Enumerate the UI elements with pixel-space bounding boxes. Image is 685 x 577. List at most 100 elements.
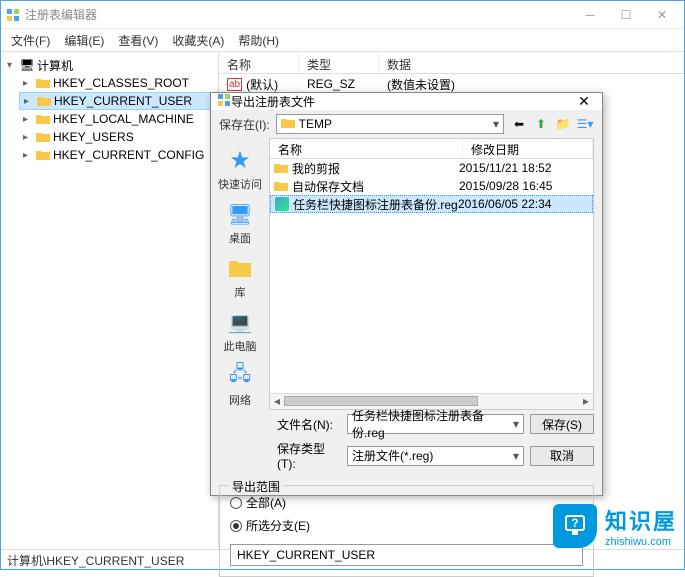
filename-label: 文件名(N): — [277, 416, 341, 433]
tree-pane[interactable]: ▾ 🖥 计算机 ▸HKEY_CLASSES_ROOT ▸HKEY_CURRENT… — [1, 52, 219, 547]
dialog-close-button[interactable]: ✕ — [572, 93, 596, 110]
menu-edit[interactable]: 编辑(E) — [58, 30, 110, 51]
save-in-combo[interactable]: TEMP ▾ — [276, 114, 504, 134]
tree-item[interactable]: ▸HKEY_USERS — [19, 128, 216, 146]
list-header: 名称 类型 数据 — [219, 52, 684, 74]
tree-label: HKEY_CLASSES_ROOT — [53, 76, 189, 90]
filetype-label: 保存类型(T): — [277, 440, 341, 471]
scroll-right-icon[interactable]: ▸ — [579, 394, 593, 408]
maximize-button[interactable]: ☐ — [608, 3, 644, 27]
view-menu-icon[interactable]: ☰▾ — [576, 115, 594, 133]
export-legend: 导出范围 — [228, 478, 284, 495]
folder-icon — [35, 148, 51, 162]
cancel-button[interactable]: 取消 — [530, 446, 594, 466]
col-moddate[interactable]: 修改日期 — [463, 139, 593, 158]
radio-all[interactable]: 全部(A) — [230, 494, 583, 511]
new-folder-icon[interactable]: 📁 — [554, 115, 572, 133]
watermark-url: zhishiwu.com — [605, 536, 677, 548]
folder-icon — [281, 117, 295, 132]
chevron-down-icon: ▾ — [513, 449, 519, 463]
network-icon: 🖧 — [224, 362, 256, 390]
place-network[interactable]: 🖧网络 — [222, 360, 258, 410]
save-in-label: 保存在(I): — [219, 116, 270, 133]
radio-icon — [230, 497, 242, 509]
save-button[interactable]: 保存(S) — [530, 414, 594, 434]
chevron-down-icon: ▾ — [493, 117, 499, 131]
place-desktop[interactable]: 🖥桌面 — [222, 198, 258, 248]
menu-favorites[interactable]: 收藏夹(A) — [166, 30, 230, 51]
file-date: 2016/06/05 22:34 — [458, 197, 588, 211]
radio-branch[interactable]: 所选分支(E) — [230, 517, 583, 534]
radio-icon — [230, 520, 242, 532]
svg-text:?: ? — [571, 516, 578, 530]
col-filename[interactable]: 名称 — [270, 139, 463, 158]
scrollbar-thumb[interactable] — [284, 396, 478, 406]
file-row[interactable]: 自动保存文档 2015/09/28 16:45 — [270, 177, 593, 195]
folder-icon — [35, 130, 51, 144]
file-list-area: 名称 修改日期 我的剪报 2015/11/21 18:52 自动保存文档 201… — [269, 138, 594, 410]
places-bar: ★快速访问 🖥桌面 库 💻此电脑 🖧网络 — [211, 138, 269, 410]
horizontal-scrollbar[interactable]: ◂ ▸ — [270, 393, 593, 409]
file-header: 名称 修改日期 — [270, 139, 593, 159]
minimize-button[interactable]: ─ — [572, 3, 608, 27]
value-name: (默认) — [246, 76, 278, 93]
filetype-combo[interactable]: 注册文件(*.reg)▾ — [347, 446, 524, 466]
menu-file[interactable]: 文件(F) — [5, 30, 56, 51]
place-quickaccess[interactable]: ★快速访问 — [216, 144, 264, 194]
file-row[interactable]: 我的剪报 2015/11/21 18:52 — [270, 159, 593, 177]
export-range-group: 导出范围 全部(A) 所选分支(E) — [219, 485, 594, 577]
tree-item[interactable]: ▸HKEY_LOCAL_MACHINE — [19, 110, 216, 128]
tree-label: HKEY_CURRENT_CONFIG — [53, 148, 204, 162]
computer-icon: 🖥 — [19, 58, 35, 72]
string-icon: ab — [227, 78, 242, 91]
col-name[interactable]: 名称 — [219, 52, 299, 73]
dialog-fields: 文件名(N): 任务栏快捷图标注册表备份.reg▾ 保存(S) 保存类型(T):… — [211, 410, 602, 485]
titlebar: 注册表编辑器 ─ ☐ ✕ — [1, 1, 684, 29]
up-icon[interactable]: ⬆ — [532, 115, 550, 133]
scroll-left-icon[interactable]: ◂ — [270, 394, 284, 408]
tree-item[interactable]: ▸HKEY_CLASSES_ROOT — [19, 74, 216, 92]
tree-label: HKEY_USERS — [53, 130, 134, 144]
radio-branch-label: 所选分支(E) — [246, 517, 310, 534]
export-dialog: 导出注册表文件 ✕ 保存在(I): TEMP ▾ ⬅ ⬆ 📁 ☰▾ ★快速访问 … — [210, 92, 603, 496]
file-name: 我的剪报 — [292, 160, 340, 177]
tree-root-label: 计算机 — [37, 57, 73, 74]
watermark: ? 知识屋 zhishiwu.com — [553, 504, 677, 548]
file-list[interactable]: 我的剪报 2015/11/21 18:52 自动保存文档 2015/09/28 … — [270, 159, 593, 393]
reg-file-icon — [275, 197, 289, 211]
tree-label: HKEY_LOCAL_MACHINE — [53, 112, 194, 126]
folder-icon — [35, 76, 51, 90]
filename-input[interactable]: 任务栏快捷图标注册表备份.reg▾ — [347, 414, 524, 434]
list-row[interactable]: ab(默认) REG_SZ (数值未设置) — [219, 74, 684, 94]
menubar: 文件(F) 编辑(E) 查看(V) 收藏夹(A) 帮助(H) — [1, 29, 684, 51]
desktop-icon: 🖥 — [224, 200, 256, 228]
menu-view[interactable]: 查看(V) — [112, 30, 164, 51]
value-type: REG_SZ — [299, 75, 379, 93]
file-name: 自动保存文档 — [292, 178, 364, 195]
back-icon[interactable]: ⬅ — [510, 115, 528, 133]
library-icon — [224, 254, 256, 282]
star-icon: ★ — [224, 146, 256, 174]
file-date: 2015/09/28 16:45 — [459, 179, 589, 193]
file-row-selected[interactable]: 任务栏快捷图标注册表备份.reg 2016/06/05 22:34 — [270, 195, 593, 213]
watermark-name: 知识屋 — [605, 504, 677, 536]
menu-help[interactable]: 帮助(H) — [232, 30, 285, 51]
place-libraries[interactable]: 库 — [222, 252, 258, 302]
app-icon — [217, 93, 231, 110]
app-icon — [5, 7, 21, 23]
branch-input[interactable] — [230, 544, 583, 566]
tree-item[interactable]: ▸HKEY_CURRENT_CONFIG — [19, 146, 216, 164]
place-thispc[interactable]: 💻此电脑 — [222, 306, 259, 356]
close-button[interactable]: ✕ — [644, 3, 680, 27]
folder-icon — [35, 112, 51, 126]
dialog-toolbar: 保存在(I): TEMP ▾ ⬅ ⬆ 📁 ☰▾ — [211, 110, 602, 138]
col-data[interactable]: 数据 — [379, 52, 684, 73]
tree-root[interactable]: ▾ 🖥 计算机 — [3, 56, 216, 74]
file-name: 任务栏快捷图标注册表备份.reg — [293, 196, 458, 213]
tree-label: HKEY_CURRENT_USER — [54, 94, 192, 108]
tree-item-selected[interactable]: ▸HKEY_CURRENT_USER — [19, 92, 216, 110]
col-type[interactable]: 类型 — [299, 52, 379, 73]
watermark-logo-icon: ? — [553, 504, 597, 548]
save-in-value: TEMP — [299, 117, 332, 131]
dialog-titlebar: 导出注册表文件 ✕ — [211, 93, 602, 110]
